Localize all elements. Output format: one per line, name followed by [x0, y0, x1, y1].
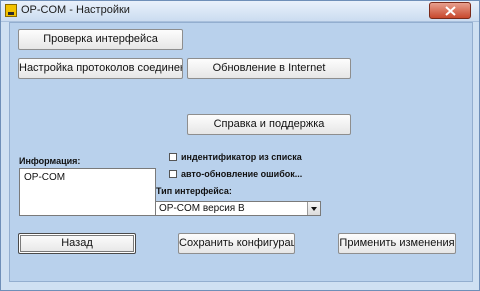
interface-type-select[interactable]: OP-COM версия B: [155, 201, 321, 216]
id-from-list-label: индентификатор из списка: [181, 152, 302, 162]
window-title: OP-COM - Настройки: [21, 4, 130, 16]
title-bar[interactable]: OP-COM - Настройки: [1, 1, 479, 22]
apply-changes-button[interactable]: Применить изменения: [338, 233, 456, 254]
interface-type-value: OP-COM версия B: [159, 203, 245, 214]
info-label: Информация:: [19, 156, 81, 166]
internet-update-button[interactable]: Обновление в Internet: [187, 58, 351, 79]
help-support-button[interactable]: Справка и поддержка: [187, 114, 351, 135]
auto-update-errors-checkbox[interactable]: [169, 170, 177, 178]
info-value: OP-COM: [24, 172, 66, 183]
info-textbox[interactable]: OP-COM: [19, 168, 156, 216]
id-from-list-checkbox[interactable]: [169, 153, 177, 161]
close-button[interactable]: [429, 2, 471, 19]
settings-panel: Проверка интерфейса Настройка протоколов…: [9, 22, 473, 282]
check-interface-button[interactable]: Проверка интерфейса: [18, 29, 183, 50]
auto-update-errors-label: авто-обновление ошибок...: [181, 169, 303, 179]
protocol-setup-button[interactable]: Настройка протоколов соединения: [18, 58, 183, 79]
close-icon: [445, 6, 456, 16]
save-config-button[interactable]: Сохранить конфигурацию: [178, 233, 295, 254]
status-bar: [1, 282, 479, 290]
settings-window: OP-COM - Настройки Проверка интерфейса Н…: [0, 0, 480, 291]
chevron-down-icon[interactable]: [307, 202, 320, 215]
back-button[interactable]: Назад: [18, 233, 136, 254]
interface-type-label: Тип интерфейса:: [156, 186, 232, 196]
opcom-app-icon: [5, 4, 17, 17]
